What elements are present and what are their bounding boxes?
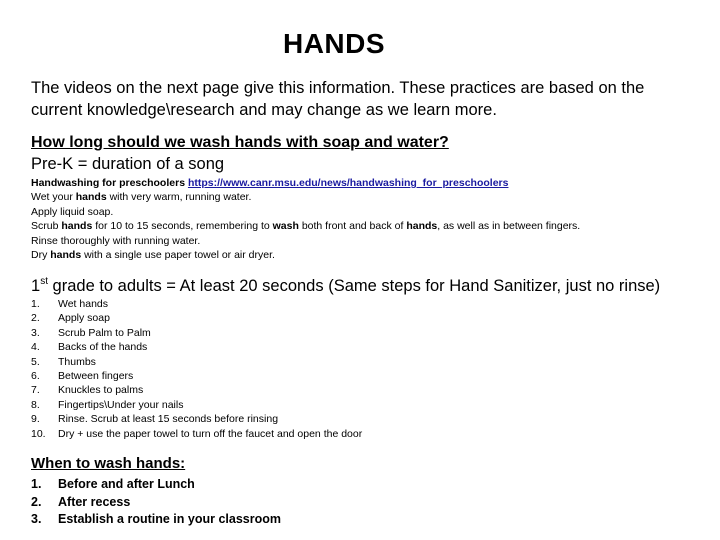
when-heading: When to wash hands: xyxy=(31,455,186,472)
list-text: Establish a routine in your classroom xyxy=(58,512,281,526)
when-list: 1. Before and after Lunch 2. After recess 3.… xyxy=(31,476,281,529)
prek-step: Scrub hands for 10 to 15 seconds, rememb… xyxy=(31,220,581,233)
prek-source: Handwashing for preschoolers https://www… xyxy=(31,176,580,190)
step-item: 4. Backs of the hands xyxy=(31,340,362,354)
list-text: Between fingers xyxy=(58,370,134,383)
source-label: Handwashing for preschoolers xyxy=(31,177,188,189)
list-number: 4. xyxy=(31,341,40,354)
list-number: 10. xyxy=(31,427,46,440)
prek-step: Wet your hands with very warm, running w… xyxy=(31,191,252,204)
when-item: 1. Before and after Lunch xyxy=(31,476,281,494)
grade-heading: 1st grade to adults = At least 20 second… xyxy=(31,276,661,295)
prek-step: Rinse thoroughly with running water. xyxy=(31,234,201,247)
step-item: 6. Between fingers xyxy=(31,369,362,383)
intro-line-1: The videos on the next page give this in… xyxy=(31,79,645,97)
list-text: Backs of the hands xyxy=(58,341,148,354)
list-text: After recess xyxy=(58,494,131,509)
step-item: 3. Scrub Palm to Palm xyxy=(31,326,362,340)
list-text: Scrub Palm to Palm xyxy=(58,326,151,339)
page-title: HANDS xyxy=(282,28,386,59)
list-number: 7. xyxy=(31,384,40,397)
step-item: 9. Rinse. Scrub at least 15 seconds befor… xyxy=(31,412,362,426)
list-number: 1. xyxy=(31,477,42,491)
when-item: 3. Establish a routine in your classroom xyxy=(31,511,281,529)
source-link[interactable]: https://www.canr.msu.edu/news/handwashin… xyxy=(188,177,509,189)
list-text: Knuckles to palms xyxy=(58,384,144,397)
list-number: 3. xyxy=(31,512,42,526)
question-heading: How long should we wash hands with soap … xyxy=(31,134,449,151)
intro-paragraph: The videos on the next page give this in… xyxy=(31,77,644,121)
step-item: 8. Fingertips\Under your nails xyxy=(31,398,362,412)
step-item: 5. Thumbs xyxy=(31,355,362,369)
list-number: 2. xyxy=(31,494,42,509)
list-text: Fingertips\Under your nails xyxy=(58,398,184,411)
list-text: Before and after Lunch xyxy=(58,477,195,491)
step-item: 2. Apply soap xyxy=(31,311,362,325)
prek-step: Apply liquid soap. xyxy=(31,205,114,218)
prek-step: Dry hands with a single use paper towel … xyxy=(31,249,275,262)
prek-heading: Pre-K = duration of a song xyxy=(31,155,225,173)
list-number: 8. xyxy=(31,398,40,411)
when-item: 2. After recess xyxy=(31,494,281,512)
list-text: Apply soap xyxy=(58,312,110,325)
list-text: Dry + use the paper towel to turn off th… xyxy=(58,427,363,440)
list-number: 6. xyxy=(31,370,40,383)
list-number: 2. xyxy=(31,312,40,325)
list-number: 5. xyxy=(31,355,40,368)
list-number: 3. xyxy=(31,326,40,339)
grade-steps-list: 1. Wet hands 2. Apply soap 3. Scrub Palm to P… xyxy=(31,297,362,441)
prek-steps: Handwashing for preschoolers https://www… xyxy=(31,176,580,262)
intro-line-2: current knowledge\research and may chang… xyxy=(31,101,497,119)
list-text: Wet hands xyxy=(58,298,109,310)
step-item: 7. Knuckles to palms xyxy=(31,383,362,397)
step-item: 10. Dry + use the paper towel to turn off… xyxy=(31,427,362,441)
list-text: Rinse. Scrub at least 15 seconds before … xyxy=(58,413,279,426)
list-number: 1. xyxy=(31,298,40,310)
list-text: Thumbs xyxy=(58,355,96,368)
list-number: 9. xyxy=(31,413,40,426)
step-item: 1. Wet hands xyxy=(31,297,362,311)
